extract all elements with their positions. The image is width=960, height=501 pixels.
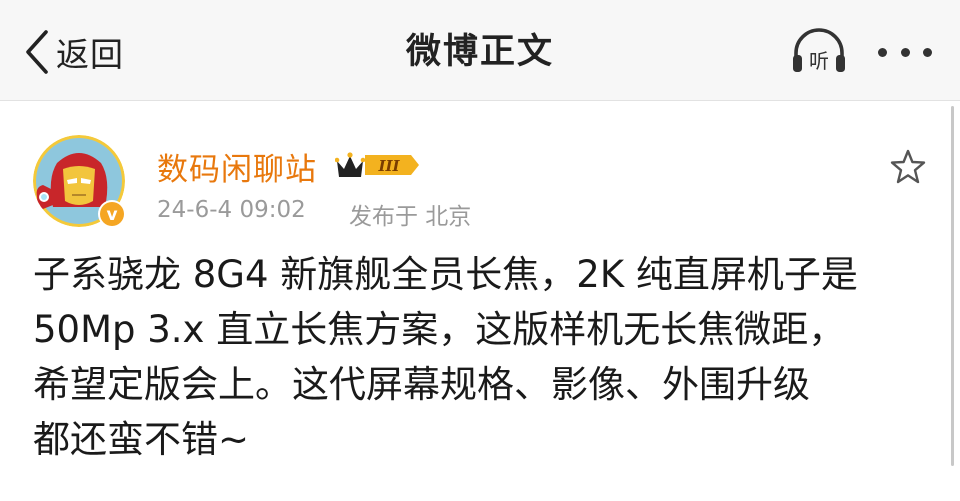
verified-mark: v	[106, 205, 117, 225]
author-name[interactable]: 数码闲聊站	[157, 144, 317, 189]
more-dot	[878, 47, 887, 57]
headphones-icon: 听	[793, 28, 845, 73]
post-content: 子系骁龙 8G4 新旗舰全员长焦，2K 纯直屏机子是 50Mp 3.x 直立长焦…	[33, 247, 938, 467]
more-options-button[interactable]	[874, 26, 936, 78]
level-label: III	[377, 157, 400, 175]
listen-label: 听	[809, 49, 829, 73]
favorite-button[interactable]	[889, 148, 927, 186]
crown-icon	[334, 152, 366, 177]
scrollbar[interactable]	[951, 106, 954, 466]
back-button[interactable]: 返回	[22, 26, 124, 78]
post-text-line: 希望定版会上。这代屏幕规格、影像、外围升级	[33, 363, 810, 406]
post-timestamp: 24-6-4 09:02	[157, 197, 306, 223]
more-dot	[900, 47, 910, 57]
member-level-badge[interactable]: III	[334, 149, 423, 181]
chevron-left-icon	[22, 28, 52, 76]
post-text-line: 50Mp 3.x 直立长焦方案，这版样机无长焦微距，	[33, 308, 846, 351]
verified-badge: v	[97, 199, 127, 229]
star-outline-icon	[890, 149, 926, 184]
post-text-line: 子系骁龙 8G4 新旗舰全员长焦，2K 纯直屏机子是	[33, 253, 858, 296]
post-text-line: 都还蛮不错~	[33, 418, 250, 461]
back-label: 返回	[56, 35, 124, 74]
post-location: 发布于 北京	[349, 204, 472, 230]
more-dot	[923, 47, 932, 57]
top-navigation-bar: 返回 微博正文 听	[0, 0, 960, 101]
listen-button[interactable]: 听	[788, 26, 850, 78]
